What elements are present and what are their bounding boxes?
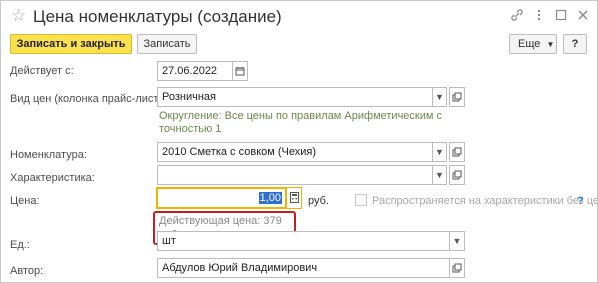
maximize-icon[interactable]: [553, 8, 569, 24]
nomenclature-open-icon[interactable]: [449, 142, 465, 162]
rounding-hint: Округление: Все цены по правилам Арифмет…: [159, 110, 442, 135]
characteristic-dropdown-icon[interactable]: ▼: [432, 165, 447, 185]
calculator-icon[interactable]: [286, 187, 302, 209]
nomenclature-dropdown-icon[interactable]: ▼: [432, 142, 447, 162]
unit-label: Ед.:: [10, 239, 30, 251]
applies-to-characteristics-checkbox[interactable]: [355, 194, 367, 206]
characteristic-open-icon[interactable]: [449, 165, 465, 185]
author-label: Автор:: [10, 265, 44, 277]
link-icon[interactable]: [509, 8, 525, 24]
calendar-icon[interactable]: [232, 61, 248, 81]
valid-from-field[interactable]: 27.06.2022: [157, 61, 233, 81]
save-and-close-button[interactable]: Записать и закрыть: [10, 34, 132, 54]
chevron-down-icon: ▼: [546, 40, 555, 49]
nomenclature-label: Номенклатура:: [10, 149, 87, 161]
page-title: Цена номенклатуры (создание): [33, 7, 282, 26]
valid-from-label: Действует с:: [10, 65, 74, 77]
price-label: Цена:: [10, 195, 40, 207]
save-button[interactable]: Записать: [137, 34, 197, 54]
applies-to-characteristics-label: Распространяется на характеристики без ц…: [372, 195, 598, 207]
price-value: 1,00: [258, 192, 282, 204]
price-type-dropdown-icon[interactable]: ▼: [432, 87, 447, 107]
unit-dropdown-icon[interactable]: ▼: [449, 231, 465, 251]
price-field[interactable]: 1,00: [156, 187, 287, 209]
author-field[interactable]: Абдулов Юрий Владимирович: [157, 258, 450, 278]
more-menu-button[interactable]: Еще ▼: [509, 34, 557, 54]
close-icon[interactable]: [575, 8, 591, 24]
star-icon[interactable]: ☆: [11, 7, 26, 25]
applies-help-icon[interactable]: ?: [577, 194, 584, 208]
price-type-open-icon[interactable]: [449, 87, 465, 107]
more-menu-label: Еще: [518, 38, 541, 50]
nomenclature-field[interactable]: 2010 Сметка с совком (Чехия): [157, 142, 433, 162]
title-bar: ☆ Цена номенклатуры (создание): [1, 1, 597, 33]
price-type-field[interactable]: Розничная: [157, 87, 433, 107]
price-type-label: Вид цен (колонка прайс-листа):: [10, 93, 172, 105]
window: ☆ Цена номенклатуры (создание) Записать …: [0, 0, 598, 283]
characteristic-label: Характеристика:: [10, 172, 95, 184]
characteristic-field[interactable]: [157, 165, 433, 185]
currency-label: руб.: [308, 195, 329, 207]
help-button[interactable]: ?: [563, 34, 587, 54]
author-open-icon[interactable]: [449, 258, 465, 278]
unit-field[interactable]: шт: [157, 231, 450, 251]
more-icon[interactable]: [531, 8, 547, 24]
